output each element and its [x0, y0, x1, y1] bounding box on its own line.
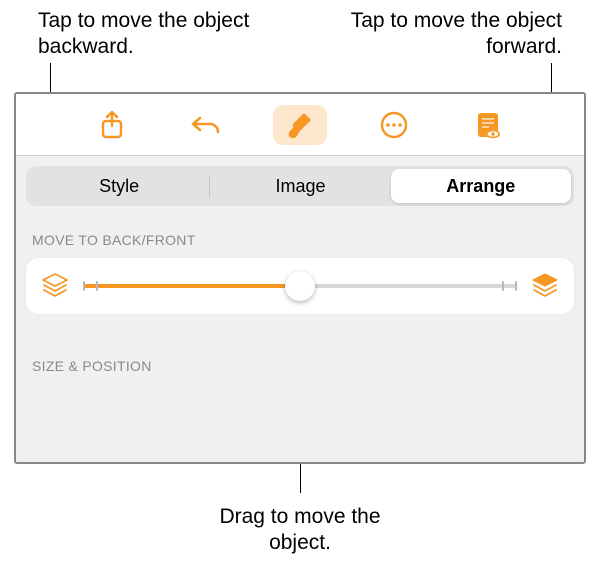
- callout-forward: Tap to move the object forward.: [342, 8, 562, 61]
- slider-tick: [502, 281, 504, 291]
- app-frame: Style Image Arrange MOVE TO BACK/FRONT: [14, 92, 586, 464]
- share-icon: [98, 110, 126, 140]
- format-panel: Style Image Arrange MOVE TO BACK/FRONT: [16, 156, 584, 462]
- tab-arrange[interactable]: Arrange: [391, 169, 571, 203]
- layer-slider-row: [26, 258, 574, 314]
- section-move-title: MOVE TO BACK/FRONT: [32, 232, 568, 248]
- format-brush-icon: [286, 110, 314, 140]
- more-icon: [379, 110, 409, 140]
- stack-front-icon: [530, 273, 560, 299]
- stack-back-icon: [40, 273, 70, 299]
- slider-tick: [96, 281, 98, 291]
- layer-slider[interactable]: [84, 272, 516, 300]
- move-backward-button[interactable]: [40, 271, 70, 301]
- slider-thumb[interactable]: [285, 271, 315, 301]
- more-button[interactable]: [367, 105, 421, 145]
- callout-backward: Tap to move the object backward.: [38, 8, 258, 61]
- segmented-control: Style Image Arrange: [26, 166, 574, 206]
- reading-view-icon: [474, 110, 502, 140]
- share-button[interactable]: [85, 105, 139, 145]
- move-forward-button[interactable]: [530, 271, 560, 301]
- undo-icon: [190, 112, 222, 138]
- tab-style[interactable]: Style: [29, 169, 209, 203]
- undo-button[interactable]: [179, 105, 233, 145]
- section-size-title: SIZE & POSITION: [32, 358, 568, 374]
- callout-drag: Drag to move the object.: [190, 504, 410, 557]
- tab-image[interactable]: Image: [210, 169, 390, 203]
- slider-tick: [515, 281, 517, 291]
- top-toolbar: [16, 94, 584, 156]
- slider-fill: [84, 284, 300, 288]
- reading-view-button[interactable]: [461, 105, 515, 145]
- slider-tick: [83, 281, 85, 291]
- format-button[interactable]: [273, 105, 327, 145]
